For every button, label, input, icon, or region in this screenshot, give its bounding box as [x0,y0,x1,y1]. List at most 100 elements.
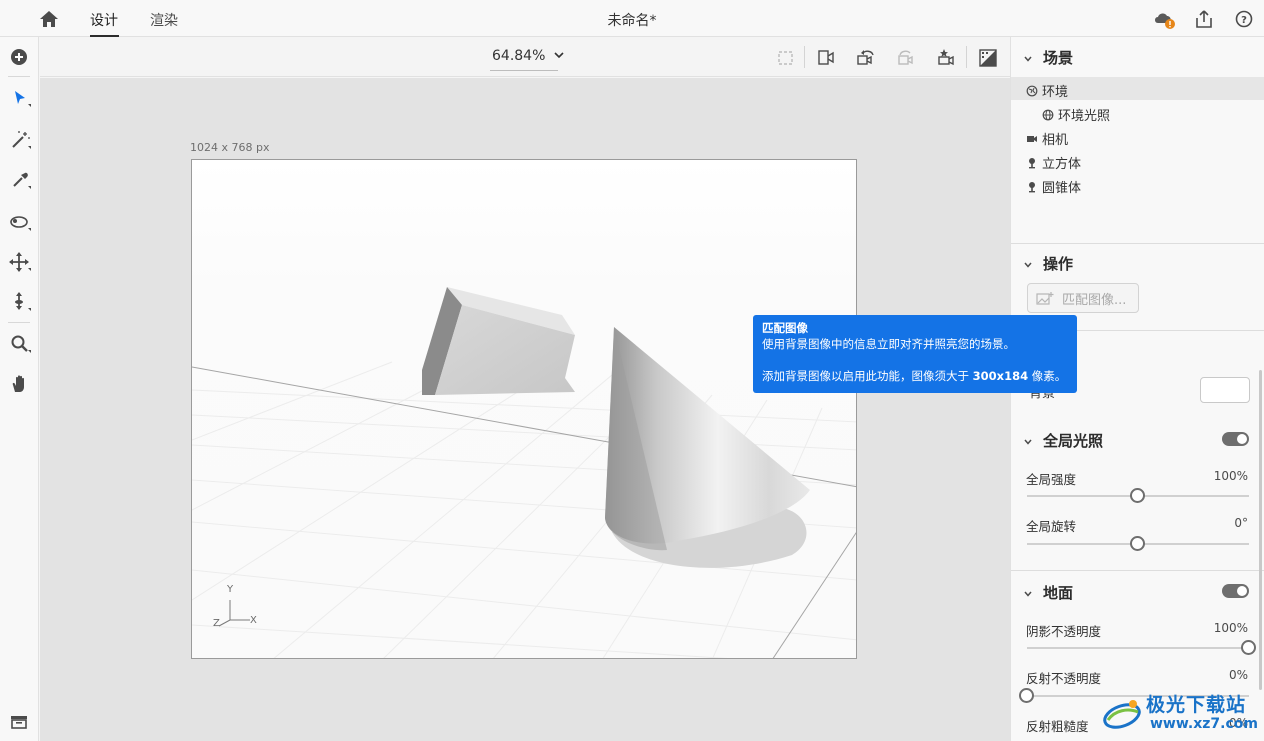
camera-icon [1027,135,1037,142]
shadow-opacity-value: 100% [1213,621,1248,635]
tree-item-label: 圆锥体 [1042,181,1082,196]
globe-icon [1026,85,1038,96]
global-intensity-label: 全局强度 [1026,472,1077,487]
tree-item-camera[interactable]: 相机 [1026,129,1068,148]
tree-item-label: 环境 [1042,85,1069,100]
watermark-text: 极光下载站 [1146,694,1247,716]
dolly-icon[interactable] [8,290,32,314]
toolbar-divider [8,322,30,323]
left-toolbar [0,37,39,741]
panel-icon[interactable] [8,710,32,734]
watermark-logo-icon [1103,700,1141,729]
actions-section-header[interactable]: 操作 [1023,253,1073,274]
zoom-level[interactable]: 64.84% [492,48,565,64]
image-add-icon [1036,292,1054,305]
match-image-label: 匹配图像... [1062,292,1127,308]
zoom-underline [490,70,558,71]
reflection-opacity-value: 0% [1228,668,1248,682]
home-icon[interactable] [38,9,60,29]
ground-toggle[interactable] [1222,584,1249,598]
tree-item-label: 立方体 [1042,157,1082,172]
globe-icon [1042,109,1054,120]
canvas-toolbar: 64.84% [40,37,1010,77]
reflection-roughness-label: 反射粗糙度 [1026,719,1089,734]
3d-viewport[interactable]: Y X Z [191,159,857,659]
global-rotation-slider-thumb[interactable] [1130,536,1145,551]
chevron-down-icon [554,52,564,59]
panel-scrollbar[interactable] [1259,370,1262,690]
select-icon[interactable] [8,86,32,110]
redo-camera-icon[interactable] [896,47,918,69]
toolbar-divider [8,76,30,77]
global-lighting-toggle[interactable] [1222,432,1249,446]
preview-render-icon[interactable] [977,47,999,69]
top-bar: 设计 渲染 未命名* ? [0,0,1264,37]
shadow-opacity-slider-track[interactable] [1027,647,1249,649]
tree-item-environment[interactable]: 环境 [1026,81,1068,100]
model-icon [1029,181,1035,192]
reflection-opacity-label: 反射不透明度 [1026,671,1102,686]
section-divider [1011,243,1264,244]
reflection-opacity-slider-thumb[interactable] [1019,688,1034,703]
undo-camera-icon[interactable] [855,47,877,69]
toolbar-divider [804,46,805,68]
axis-x-label: X [250,615,257,626]
tooltip-title: 匹配图像 [762,321,808,335]
tree-item-environment-lighting[interactable]: 环境光照 [1042,105,1110,124]
ground-section-header[interactable]: 地面 [1023,582,1073,603]
hand-icon[interactable] [8,372,32,396]
orbit-icon[interactable] [8,210,32,234]
tree-item-cone[interactable]: 圆锥体 [1026,177,1081,196]
ground-header-label: 地面 [1043,584,1074,602]
global-lighting-header-label: 全局光照 [1043,432,1104,450]
global-intensity-value: 100% [1213,469,1248,483]
shadow-opacity-slider-thumb[interactable] [1241,640,1256,655]
background-color-swatch[interactable] [1200,377,1250,403]
tooltip-line2-suffix: 像素。 [1028,369,1067,383]
toolbar-divider [966,46,967,68]
tooltip-line2-size: 300x184 [972,369,1029,383]
global-intensity-slider-thumb[interactable] [1130,488,1145,503]
match-image-tooltip: 匹配图像 使用背景图像中的信息立即对齐并照亮您的场景。 添加背景图像以启用此功能… [753,315,1077,393]
axis-y-label: Y [227,584,234,595]
add-icon[interactable] [8,45,32,69]
frame-icon[interactable] [775,47,797,69]
tooltip-line2-prefix: 添加背景图像以启用此功能，图像须大于 [762,369,973,383]
tree-item-label: 环境光照 [1058,109,1111,124]
pan-move-icon[interactable] [8,250,32,274]
watermark-url: www.xz7.com [1150,716,1258,732]
section-divider [1011,570,1264,571]
shadow-opacity-label: 阴影不透明度 [1026,624,1102,639]
global-rotation-label: 全局旋转 [1026,519,1077,534]
model-icon [1029,157,1035,168]
tree-item-cube[interactable]: 立方体 [1026,153,1081,172]
share-icon[interactable] [1193,8,1215,30]
scene-header-label: 场景 [1043,49,1074,67]
watermark: 极光下载站 www.xz7.com [1100,688,1260,738]
camera-fit-icon[interactable] [815,47,837,69]
magic-wand-icon[interactable] [8,128,32,152]
cloud-sync-warning-icon[interactable] [1152,8,1175,30]
zoom-icon[interactable] [8,332,32,356]
zoom-value: 64.84% [492,48,546,64]
global-rotation-value: 0° [1234,516,1248,530]
eyedropper-icon[interactable] [8,168,32,192]
actions-header-label: 操作 [1043,255,1074,273]
chevron-down-icon [1024,56,1032,62]
match-image-button[interactable]: 匹配图像... [1027,283,1139,313]
chevron-down-icon [1024,262,1032,268]
svg-text:?: ? [1241,15,1247,26]
tab-render[interactable]: 渲染 [150,10,178,30]
tooltip-line2: 添加背景图像以启用此功能，图像须大于 300x184 像素。 [762,368,1068,384]
tooltip-line1: 使用背景图像中的信息立即对齐并照亮您的场景。 [762,337,1015,351]
scene-render [192,160,856,658]
axis-z-label: Z [213,618,220,629]
global-lighting-section-header[interactable]: 全局光照 [1023,430,1103,451]
chevron-down-icon [1024,439,1032,445]
tree-item-label: 相机 [1042,133,1069,148]
scene-section-header[interactable]: 场景 [1023,47,1073,68]
tab-design[interactable]: 设计 [90,10,118,30]
canvas-size-label: 1024 x 768 px [190,141,270,154]
camera-bookmark-icon[interactable] [936,47,958,69]
help-icon[interactable]: ? [1233,8,1255,30]
